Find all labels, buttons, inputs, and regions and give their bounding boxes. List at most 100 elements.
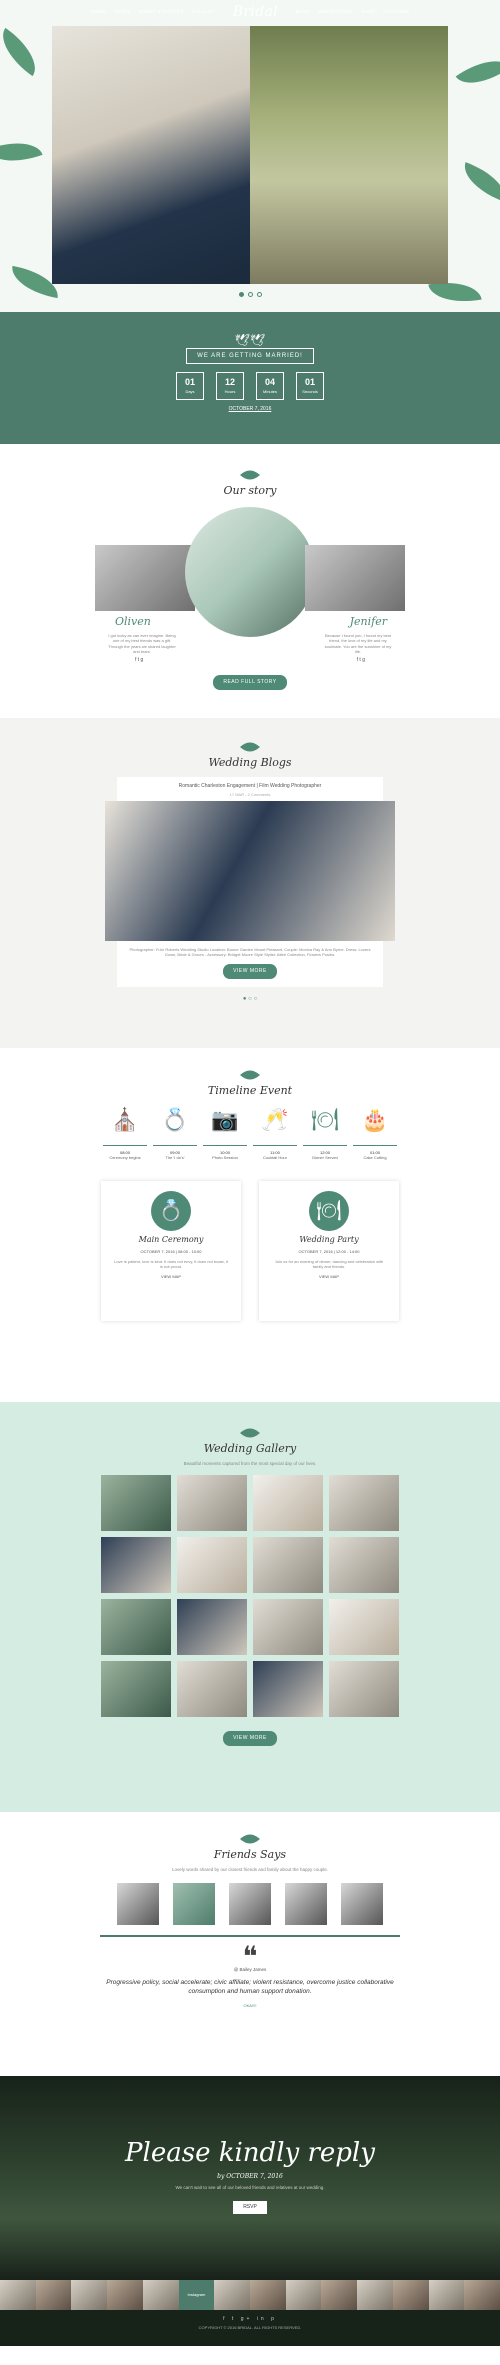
testimonial-text: Progressive policy, social accelerate; c… bbox=[106, 1978, 394, 1995]
leaf-icon bbox=[240, 1834, 260, 1844]
gallery-photo[interactable] bbox=[177, 1474, 247, 1531]
gallery-photo[interactable] bbox=[177, 1536, 247, 1593]
divider bbox=[100, 1934, 400, 1937]
slider-dot[interactable] bbox=[247, 292, 253, 297]
gallery-photo[interactable] bbox=[177, 1598, 247, 1655]
gallery-photo[interactable] bbox=[101, 1598, 171, 1655]
gallery-photo[interactable] bbox=[101, 1660, 171, 1717]
post-image[interactable] bbox=[105, 800, 395, 941]
instagram-photo[interactable] bbox=[107, 2280, 143, 2310]
rsvp-button[interactable]: RSVP bbox=[233, 2201, 267, 2214]
slider-dot[interactable] bbox=[238, 292, 244, 297]
glasses-icon: 🥂 bbox=[261, 1106, 289, 1132]
post-excerpt: Photographer: Fuhr Roberts Wedding Studi… bbox=[129, 946, 371, 958]
nav-gallery[interactable]: GALLERY bbox=[192, 9, 215, 15]
instagram-photo[interactable] bbox=[428, 2280, 465, 2310]
leaf-decoration bbox=[455, 47, 500, 97]
instagram-photo[interactable] bbox=[392, 2280, 429, 2310]
timeline-section: Timeline Event ⛪ 08:00 Ceremony begins 💍 09… bbox=[0, 1048, 500, 1402]
wedding-date: OCTOBER 7, 2016 bbox=[228, 406, 272, 413]
countdown-section: 🕊🕊 WE ARE GETTING MARRIED! 01 Days 12 Hour… bbox=[0, 312, 500, 444]
hero-path-photo bbox=[250, 26, 448, 284]
blog-view-more-button[interactable]: VIEW MORE bbox=[223, 963, 277, 979]
nav-shop[interactable]: SHOP bbox=[361, 9, 375, 15]
instagram-photo[interactable] bbox=[142, 2280, 179, 2310]
gallery-grid bbox=[0, 1474, 500, 1717]
view-map-link[interactable]: VIEW MAP bbox=[259, 1274, 399, 1279]
testimonial-link[interactable]: OKAY!! bbox=[0, 2003, 500, 2008]
instagram-photo[interactable] bbox=[321, 2280, 358, 2310]
avatar[interactable] bbox=[117, 1882, 159, 1925]
instagram-photo[interactable] bbox=[464, 2280, 500, 2310]
leaf-icon bbox=[240, 1070, 260, 1080]
groom-social[interactable]: f t g bbox=[135, 657, 143, 664]
bride-photo bbox=[305, 544, 405, 611]
slider-dots bbox=[0, 292, 500, 297]
copyright: COPYRIGHT © 2016 BRIDAL. ALL RIGHTS RESE… bbox=[198, 2324, 302, 2330]
bride-bio: Because I found you, I found my best fri… bbox=[324, 632, 392, 655]
read-story-button[interactable]: READ FULL STORY bbox=[213, 674, 287, 690]
nav-location[interactable]: LOCATION bbox=[383, 9, 409, 15]
groom-photo bbox=[95, 544, 195, 611]
nav-events[interactable]: EVENT & PARTIES bbox=[139, 9, 184, 15]
avatar[interactable] bbox=[341, 1882, 383, 1925]
site-logo[interactable]: Bridal bbox=[233, 3, 278, 22]
post-meta: 17 MAR - 2 Comments bbox=[229, 791, 271, 797]
blog-card: Romantic Charleston Engagement | Film We… bbox=[105, 776, 395, 987]
timeline-title: Timeline Event bbox=[207, 1084, 293, 1097]
dinner-icon: 🍽 bbox=[309, 1190, 349, 1231]
instagram-photo[interactable] bbox=[285, 2280, 322, 2310]
gallery-photo[interactable] bbox=[329, 1598, 399, 1655]
gallery-photo[interactable] bbox=[101, 1474, 171, 1531]
instagram-photo[interactable] bbox=[0, 2280, 36, 2310]
avatar[interactable] bbox=[285, 1882, 327, 1925]
instagram-photo[interactable] bbox=[71, 2280, 108, 2310]
rsvp-body: We can't wait to see all of our beloved … bbox=[175, 2185, 325, 2191]
camera-icon: 📷 bbox=[211, 1106, 239, 1132]
leaf-decoration bbox=[0, 132, 43, 172]
slider-dot[interactable] bbox=[256, 292, 262, 297]
quote-icon: ❝ bbox=[242, 1940, 258, 1972]
gallery-photo[interactable] bbox=[253, 1598, 323, 1655]
post-title[interactable]: Romantic Charleston Engagement | Film We… bbox=[117, 783, 383, 790]
story-title: Our story bbox=[223, 484, 277, 497]
gallery-subtitle: Beautiful moments captured from the most… bbox=[183, 1460, 317, 1466]
gallery-photo[interactable] bbox=[329, 1660, 399, 1717]
gallery-photo[interactable] bbox=[329, 1536, 399, 1593]
instagram-photo[interactable] bbox=[357, 2280, 393, 2310]
nav-pages[interactable]: PAGES bbox=[114, 9, 131, 15]
blog-section: Wedding Blogs Romantic Charleston Engage… bbox=[0, 718, 500, 1048]
rsvp-section: Please kindly reply by OCTOBER 7, 2016 W… bbox=[0, 2076, 500, 2280]
gallery-photo[interactable] bbox=[253, 1474, 323, 1531]
gallery-view-more-button[interactable]: VIEW MORE bbox=[223, 1730, 277, 1746]
footer-social-icons[interactable]: f t g+ in p bbox=[0, 2316, 500, 2323]
gallery-photo[interactable] bbox=[253, 1660, 323, 1717]
leaf-icon bbox=[240, 1428, 260, 1438]
blog-dots[interactable]: ● ○ ○ bbox=[0, 995, 500, 1003]
gallery-photo[interactable] bbox=[329, 1474, 399, 1531]
instagram-photo[interactable] bbox=[250, 2280, 286, 2310]
timeline-item: 🥂 11:00 Cocktail Hour bbox=[253, 1105, 297, 1161]
instagram-photo[interactable] bbox=[214, 2280, 251, 2310]
nav-shortcodes[interactable]: SHORTCODES bbox=[318, 9, 353, 15]
ring-icon: 💍 bbox=[161, 1106, 189, 1132]
bride-social[interactable]: f t g bbox=[357, 657, 365, 664]
timeline-item: 📷 10:00 Photo Session bbox=[203, 1105, 247, 1161]
view-map-link[interactable]: VIEW MAP bbox=[101, 1274, 241, 1279]
avatar[interactable] bbox=[229, 1882, 271, 1925]
instagram-photo[interactable] bbox=[35, 2280, 72, 2310]
gallery-photo[interactable] bbox=[101, 1536, 171, 1593]
avatar[interactable] bbox=[173, 1882, 215, 1925]
ring-icon: 💍 bbox=[151, 1190, 191, 1231]
instagram-label[interactable]: Instagram bbox=[178, 2280, 215, 2310]
timeline-item: 🎂 01:00 Cake Cutting bbox=[353, 1105, 397, 1161]
nav-home[interactable]: HOME bbox=[91, 9, 106, 15]
gallery-photo[interactable] bbox=[253, 1536, 323, 1593]
dinner-icon: 🍽 bbox=[311, 1106, 339, 1132]
couple-hands-photo bbox=[185, 506, 315, 637]
hero-slider[interactable] bbox=[52, 26, 448, 284]
countdown-box: 01 Seconds bbox=[296, 372, 324, 401]
gallery-photo[interactable] bbox=[177, 1660, 247, 1717]
blog-title: Wedding Blogs bbox=[208, 756, 292, 769]
nav-blog[interactable]: BLOG bbox=[296, 9, 310, 15]
